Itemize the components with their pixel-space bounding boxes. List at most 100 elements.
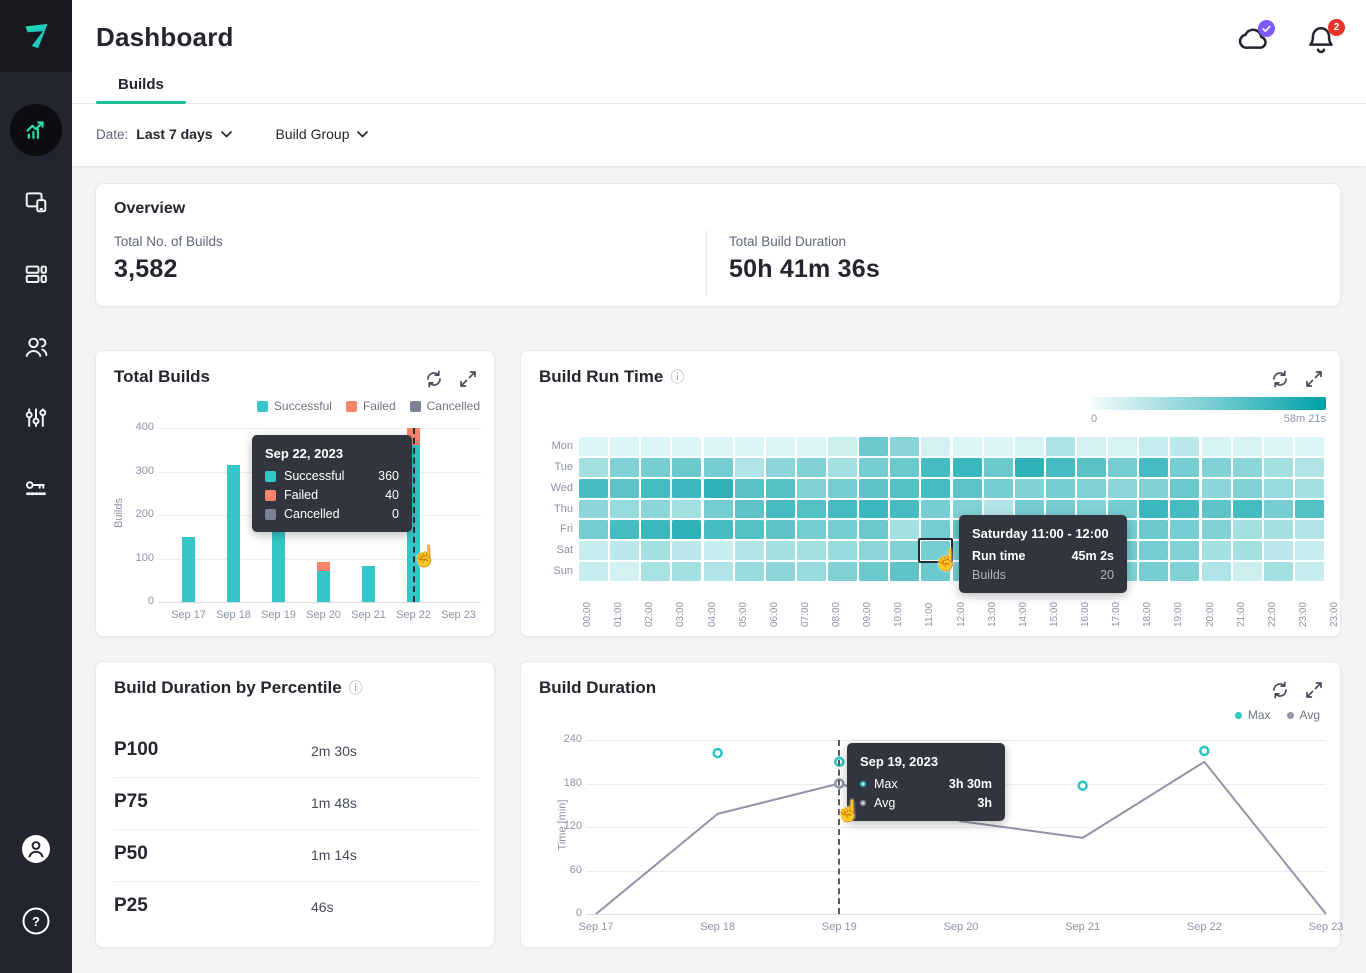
heatmap-cell[interactable] <box>1139 437 1168 456</box>
sidebar-item-dashboards[interactable] <box>0 238 72 310</box>
heatmap-cell[interactable] <box>828 562 857 581</box>
heatmap-cell[interactable] <box>1046 437 1075 456</box>
heatmap-cell[interactable] <box>641 458 670 477</box>
heatmap-cell[interactable] <box>1108 479 1137 498</box>
heatmap-cell[interactable] <box>984 458 1013 477</box>
bar-segment-successful[interactable] <box>182 537 195 602</box>
bar-segment-failed[interactable] <box>317 562 330 571</box>
heatmap-cell[interactable] <box>921 479 950 498</box>
heatmap-cell[interactable] <box>704 437 733 456</box>
heatmap-cell[interactable] <box>797 437 826 456</box>
heatmap-cell[interactable] <box>610 562 639 581</box>
heatmap-cell[interactable] <box>890 562 919 581</box>
heatmap-cell[interactable] <box>984 479 1013 498</box>
heatmap-cell[interactable] <box>704 541 733 560</box>
heatmap-cell[interactable] <box>859 541 888 560</box>
heatmap-cell[interactable] <box>704 562 733 581</box>
user-avatar[interactable] <box>0 813 72 885</box>
heatmap-cell[interactable] <box>704 479 733 498</box>
heatmap-cell[interactable] <box>1295 500 1324 519</box>
heatmap-cell[interactable] <box>735 541 764 560</box>
heatmap-cell[interactable] <box>797 458 826 477</box>
heatmap-cell[interactable] <box>1202 500 1231 519</box>
heatmap-cell[interactable] <box>672 541 701 560</box>
heatmap-cell[interactable] <box>890 541 919 560</box>
heatmap-cell[interactable] <box>1046 458 1075 477</box>
heatmap-cell[interactable] <box>1295 541 1324 560</box>
heatmap-cell[interactable] <box>1264 437 1293 456</box>
heatmap-cell[interactable] <box>984 437 1013 456</box>
heatmap-cell[interactable] <box>735 500 764 519</box>
heatmap-cell[interactable] <box>1170 541 1199 560</box>
bar-segment-successful[interactable] <box>317 571 330 602</box>
heatmap-cell[interactable] <box>1170 479 1199 498</box>
heatmap-cell[interactable] <box>704 500 733 519</box>
max-point[interactable] <box>1079 782 1087 790</box>
heatmap-cell[interactable] <box>641 520 670 539</box>
heatmap-cell[interactable] <box>828 500 857 519</box>
heatmap-cell[interactable] <box>766 479 795 498</box>
heatmap-cell[interactable] <box>1202 479 1231 498</box>
heatmap-cell[interactable] <box>672 520 701 539</box>
heatmap-cell[interactable] <box>859 562 888 581</box>
heatmap-cell[interactable] <box>1108 437 1137 456</box>
heatmap-cell[interactable] <box>641 479 670 498</box>
build-group-filter-dropdown[interactable]: Build Group <box>276 126 369 142</box>
heatmap-cell[interactable] <box>766 562 795 581</box>
heatmap-cell[interactable] <box>641 437 670 456</box>
heatmap-cell[interactable] <box>735 437 764 456</box>
heatmap-cell[interactable] <box>1233 437 1262 456</box>
heatmap-cell[interactable] <box>1202 458 1231 477</box>
heatmap-cell[interactable] <box>953 437 982 456</box>
heatmap-cell[interactable] <box>797 500 826 519</box>
heatmap-cell[interactable] <box>641 500 670 519</box>
heatmap-cell[interactable] <box>704 458 733 477</box>
heatmap-cell[interactable] <box>579 520 608 539</box>
heatmap-cell[interactable] <box>1077 437 1106 456</box>
heatmap-cell[interactable] <box>797 520 826 539</box>
heatmap-cell[interactable] <box>1264 479 1293 498</box>
heatmap-cell[interactable] <box>1170 437 1199 456</box>
heatmap-cell[interactable] <box>828 520 857 539</box>
heatmap-cell[interactable] <box>1108 458 1137 477</box>
heatmap-cell[interactable] <box>641 562 670 581</box>
sidebar-item-insights[interactable] <box>0 94 72 166</box>
heatmap-cell[interactable] <box>890 479 919 498</box>
heatmap-cell[interactable] <box>1077 479 1106 498</box>
heatmap-cell[interactable] <box>579 458 608 477</box>
heatmap-cell[interactable] <box>828 458 857 477</box>
heatmap-cell[interactable] <box>1139 479 1168 498</box>
heatmap-cell[interactable] <box>579 479 608 498</box>
heatmap-cell[interactable] <box>610 437 639 456</box>
heatmap-cell[interactable] <box>766 541 795 560</box>
heatmap-cell[interactable] <box>828 437 857 456</box>
heatmap-cell[interactable] <box>672 479 701 498</box>
heatmap-cell[interactable] <box>610 500 639 519</box>
heatmap-cell[interactable] <box>1264 520 1293 539</box>
date-filter-dropdown[interactable]: Date: Last 7 days <box>96 126 232 142</box>
heatmap-cell[interactable] <box>610 541 639 560</box>
heatmap-cell[interactable] <box>1295 520 1324 539</box>
heatmap-cell[interactable] <box>641 541 670 560</box>
heatmap-cell[interactable] <box>1264 458 1293 477</box>
heatmap-cell[interactable] <box>610 479 639 498</box>
sidebar-item-apps[interactable] <box>0 166 72 238</box>
help-button[interactable]: ? <box>0 885 72 957</box>
heatmap-cell[interactable] <box>1233 479 1262 498</box>
heatmap-cell[interactable] <box>1077 458 1106 477</box>
heatmap-cell[interactable] <box>859 520 888 539</box>
heatmap-cell[interactable] <box>797 479 826 498</box>
heatmap-cell[interactable] <box>797 562 826 581</box>
heatmap-cell[interactable] <box>890 437 919 456</box>
heatmap-cell[interactable] <box>1233 520 1262 539</box>
heatmap-cell[interactable] <box>704 520 733 539</box>
heatmap-cell[interactable] <box>672 500 701 519</box>
max-point[interactable] <box>1200 747 1208 755</box>
heatmap-cell[interactable] <box>735 562 764 581</box>
heatmap-cell[interactable] <box>921 437 950 456</box>
heatmap-cell[interactable] <box>1046 479 1075 498</box>
heatmap-cell[interactable] <box>672 562 701 581</box>
heatmap-cell[interactable] <box>1202 437 1231 456</box>
heatmap-cell[interactable] <box>1264 500 1293 519</box>
bar-segment-successful[interactable] <box>227 465 240 602</box>
